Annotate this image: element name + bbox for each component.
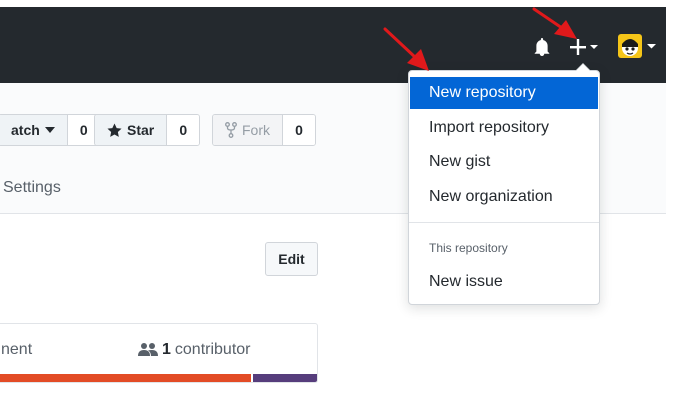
avatar-icon[interactable] <box>617 34 659 60</box>
annotation-arrow-icon <box>532 7 577 39</box>
watch-button[interactable]: atch <box>0 115 68 145</box>
summary-left-text[interactable]: nent <box>1 341 32 359</box>
contributors-count: 1 <box>162 341 171 358</box>
fork-icon <box>225 122 237 138</box>
contributors-label: contributor <box>174 341 251 358</box>
language-bar <box>0 374 317 382</box>
tab-settings[interactable]: Settings <box>3 179 61 197</box>
language-segment-orange <box>0 374 251 382</box>
menu-item-new-gist[interactable]: New gist <box>410 146 598 178</box>
caret-down-icon <box>44 127 55 133</box>
annotation-arrow-icon <box>383 27 429 71</box>
fork-button[interactable]: Fork <box>213 115 283 145</box>
watch-button-group[interactable]: atch 0 <box>0 114 101 146</box>
star-button[interactable]: Star <box>95 115 168 145</box>
people-icon <box>138 343 158 356</box>
menu-item-new-organization[interactable]: New organization <box>410 181 598 213</box>
fork-count[interactable]: 0 <box>283 115 315 145</box>
dropdown-caret-inner <box>576 64 590 71</box>
dropdown-divider <box>409 222 599 223</box>
repo-summary: nent 1 contributor <box>0 323 318 383</box>
menu-item-import-repository[interactable]: Import repository <box>410 112 598 144</box>
contributors-link[interactable]: 1 contributor <box>138 341 251 359</box>
star-button-group[interactable]: Star 0 <box>94 114 201 146</box>
page-right-margin <box>666 0 677 395</box>
menu-item-new-issue[interactable]: New issue <box>410 266 598 298</box>
create-new-dropdown: New repository Import repository New gis… <box>408 63 600 305</box>
menu-item-new-repository[interactable]: New repository <box>410 77 598 109</box>
edit-button[interactable]: Edit <box>265 242 318 276</box>
fork-button-group[interactable]: Fork 0 <box>212 114 316 146</box>
language-segment-purple <box>253 374 317 382</box>
dropdown-section-header: This repository <box>429 241 508 255</box>
star-icon <box>107 122 122 137</box>
star-count[interactable]: 0 <box>167 115 200 145</box>
